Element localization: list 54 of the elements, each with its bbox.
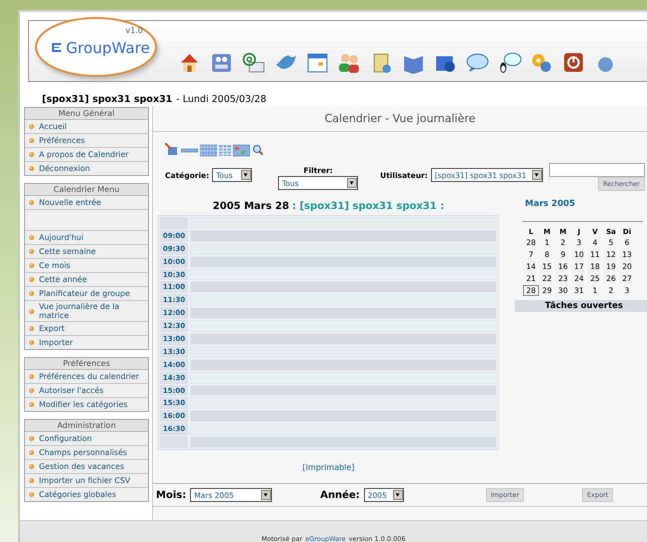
month-label: Mois: [156,490,186,501]
bullet-icon [29,277,34,282]
open-tasks-header: Tâches ouvertes [515,300,647,312]
time-slot[interactable] [190,307,497,320]
bullet-icon [29,478,34,483]
menu-title: Calendrier Menu [25,184,148,196]
time-slot[interactable] [190,230,497,242]
search-icon[interactable] [252,143,264,157]
bullet-icon [29,450,34,455]
logo-mark-icon [51,42,62,53]
time-slot[interactable] [190,410,497,422]
new-entry-icon[interactable] [165,143,179,157]
bullet-icon [29,235,34,240]
day-user: : [spox31] spox31 spox31 : [292,201,444,212]
bullet-icon [29,436,34,441]
bullet-icon [29,166,34,171]
year-view-icon[interactable] [233,143,250,157]
logo: v1.0 GroupWare [35,17,157,77]
logo-text: GroupWare [66,39,150,57]
bullet-icon [29,124,34,129]
bullet-icon [29,388,34,393]
time-slot[interactable] [190,281,497,294]
week-view-icon[interactable] [200,143,217,157]
bullet-icon [29,152,34,157]
bullet-icon [29,308,34,314]
page-title: Calendrier - Vue journalière [153,106,647,132]
printable-link[interactable]: [Imprimable] [302,463,354,472]
menu-title: Administration [25,420,148,432]
menu-title: Menu Général [25,108,148,120]
bullet-icon [29,138,34,143]
time-slot[interactable] [190,358,497,371]
bullet-icon [29,249,34,254]
bullet-icon [29,263,34,268]
year-label: Année: [320,490,360,501]
power-icon[interactable] [561,50,586,75]
bullet-icon [29,492,34,497]
bullet-icon [29,340,34,345]
calendar-month[interactable]: Mars 2005 [525,199,643,209]
day-date: 2005 Mars 28 [212,201,290,212]
search-field[interactable] [548,163,645,177]
bullet-icon [29,402,34,407]
bullet-icon [29,291,34,296]
bullet-icon [29,374,34,379]
email-icon[interactable] [241,50,266,75]
month-view-icon[interactable] [219,143,231,157]
menu-title: Préférences [25,358,148,370]
user-name: [spox31] spox31 spox31 [42,94,172,105]
current-date: - Lundi 2005/03/28 [176,94,266,105]
time-slot[interactable] [190,436,497,448]
time-slot[interactable] [190,256,497,268]
time-slot[interactable] [190,384,497,396]
bullet-icon [29,326,34,331]
bullet-icon [29,200,34,205]
bullet-icon [29,464,34,469]
